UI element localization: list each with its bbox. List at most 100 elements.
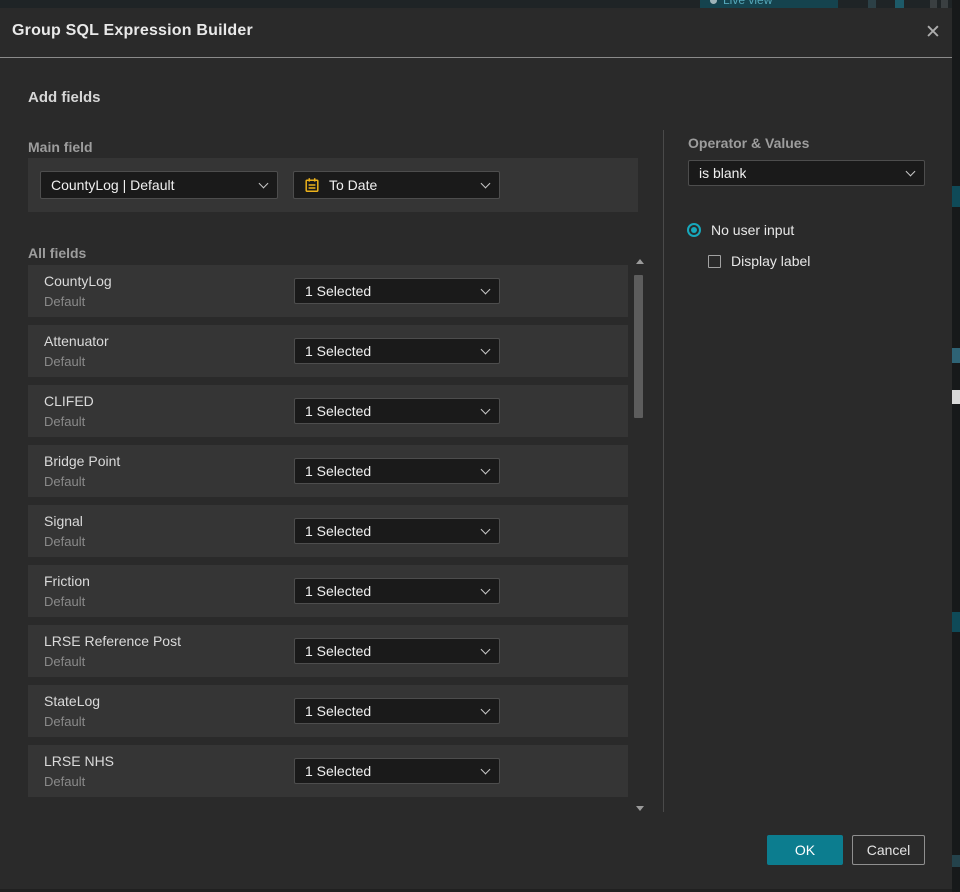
chevron-down-icon <box>480 464 491 474</box>
main-field-row: CountyLog | Default To Date <box>28 158 638 212</box>
checkbox-unchecked-icon[interactable] <box>708 254 721 268</box>
field-name: StateLog <box>44 693 101 709</box>
chevron-down-icon <box>480 178 491 188</box>
field-row: CountyLog Default 1 Selected <box>28 265 628 317</box>
title-divider <box>0 57 952 58</box>
background-fragment <box>952 186 960 207</box>
field-selection-value: 1 Selected <box>305 763 372 779</box>
scrollbar-thumb[interactable] <box>634 275 643 418</box>
field-selection-value: 1 Selected <box>305 703 372 719</box>
field-subtitle: Default <box>44 414 86 429</box>
field-name: Attenuator <box>44 333 109 349</box>
field-name: CountyLog <box>44 273 112 289</box>
all-fields-list: CountyLog Default 1 Selected Attenuator … <box>28 265 628 797</box>
panel-divider <box>663 130 664 812</box>
background-fragment <box>952 390 960 404</box>
field-subtitle: Default <box>44 714 86 729</box>
field-selection-value: 1 Selected <box>305 643 372 659</box>
main-field-dropdown[interactable]: CountyLog | Default <box>40 171 278 199</box>
scroll-up-icon[interactable] <box>636 259 644 264</box>
field-name: CLIFED <box>44 393 94 409</box>
cancel-button[interactable]: Cancel <box>852 835 925 865</box>
background-toolbar-mark <box>895 0 904 8</box>
no-user-input-option[interactable]: No user input <box>687 222 794 238</box>
live-view-inner: Live view <box>710 0 772 7</box>
radio-selected-icon[interactable] <box>687 223 701 237</box>
chevron-down-icon <box>480 764 491 774</box>
field-row: CLIFED Default 1 Selected <box>28 385 628 437</box>
field-selection-dropdown[interactable]: 1 Selected <box>294 518 500 544</box>
operator-dropdown-value: is blank <box>699 165 747 181</box>
scroll-down-icon[interactable] <box>636 806 644 811</box>
display-label-label: Display label <box>731 253 811 269</box>
all-fields-label: All fields <box>28 245 87 261</box>
field-row: Friction Default 1 Selected <box>28 565 628 617</box>
background-fragment <box>952 855 960 867</box>
field-subtitle: Default <box>44 774 86 789</box>
field-name: Signal <box>44 513 83 529</box>
date-field-dropdown-value: To Date <box>329 177 378 193</box>
chevron-down-icon <box>480 404 491 414</box>
chevron-down-icon <box>905 166 916 176</box>
field-subtitle: Default <box>44 474 86 489</box>
field-name: LRSE NHS <box>44 753 115 769</box>
display-label-option[interactable]: Display label <box>708 253 810 269</box>
live-view-dot-icon <box>710 0 717 4</box>
field-selection-value: 1 Selected <box>305 583 372 599</box>
field-subtitle: Default <box>44 594 86 609</box>
chevron-down-icon <box>480 284 491 294</box>
background-app-top-edge: Live view <box>0 0 952 8</box>
field-selection-dropdown[interactable]: 1 Selected <box>294 338 500 364</box>
close-icon[interactable]: ✕ <box>918 17 948 47</box>
field-selection-dropdown[interactable]: 1 Selected <box>294 638 500 664</box>
field-row: Signal Default 1 Selected <box>28 505 628 557</box>
add-fields-heading: Add fields <box>28 89 101 106</box>
field-selection-dropdown[interactable]: 1 Selected <box>294 278 500 304</box>
main-field-label: Main field <box>28 139 93 155</box>
chevron-down-icon <box>480 704 491 714</box>
field-selection-value: 1 Selected <box>305 283 372 299</box>
field-row: LRSE Reference Post Default 1 Selected <box>28 625 628 677</box>
field-selection-value: 1 Selected <box>305 523 372 539</box>
chevron-down-icon <box>480 644 491 654</box>
screen: Live view Group SQL Expression Builder ✕… <box>0 0 960 892</box>
background-fragment <box>952 612 960 632</box>
field-row: Bridge Point Default 1 Selected <box>28 445 628 497</box>
date-field-dropdown[interactable]: To Date <box>293 171 500 199</box>
field-name: Friction <box>44 573 90 589</box>
background-toolbar-mark <box>941 0 948 8</box>
no-user-input-label: No user input <box>711 222 795 238</box>
list-scrollbar[interactable] <box>633 257 645 813</box>
field-subtitle: Default <box>44 294 86 309</box>
field-name: Bridge Point <box>44 453 121 469</box>
ok-button[interactable]: OK <box>767 835 843 865</box>
field-selection-dropdown[interactable]: 1 Selected <box>294 698 500 724</box>
field-subtitle: Default <box>44 534 86 549</box>
calendar-icon <box>305 178 319 192</box>
chevron-down-icon <box>480 584 491 594</box>
field-row: StateLog Default 1 Selected <box>28 685 628 737</box>
dialog-titlebar: Group SQL Expression Builder ✕ <box>0 8 952 57</box>
field-selection-dropdown[interactable]: 1 Selected <box>294 398 500 424</box>
field-subtitle: Default <box>44 654 86 669</box>
chevron-down-icon <box>480 524 491 534</box>
field-row: Attenuator Default 1 Selected <box>28 325 628 377</box>
field-selection-dropdown[interactable]: 1 Selected <box>294 578 500 604</box>
background-toolbar-mark <box>930 0 937 8</box>
background-fragment <box>952 348 960 363</box>
field-selection-dropdown[interactable]: 1 Selected <box>294 758 500 784</box>
field-selection-value: 1 Selected <box>305 343 372 359</box>
chevron-down-icon <box>258 178 269 188</box>
background-app-right-edge <box>952 0 960 892</box>
field-selection-value: 1 Selected <box>305 463 372 479</box>
chevron-down-icon <box>480 344 491 354</box>
operator-values-label: Operator & Values <box>688 135 810 151</box>
live-view-label: Live view <box>723 0 773 7</box>
live-view-toggle[interactable]: Live view <box>700 0 838 8</box>
field-selection-value: 1 Selected <box>305 403 372 419</box>
field-row: LRSE NHS Default 1 Selected <box>28 745 628 797</box>
dialog-title: Group SQL Expression Builder <box>12 22 253 39</box>
group-sql-expression-builder-dialog: Group SQL Expression Builder ✕ Add field… <box>0 8 952 892</box>
field-selection-dropdown[interactable]: 1 Selected <box>294 458 500 484</box>
operator-dropdown[interactable]: is blank <box>688 160 925 186</box>
